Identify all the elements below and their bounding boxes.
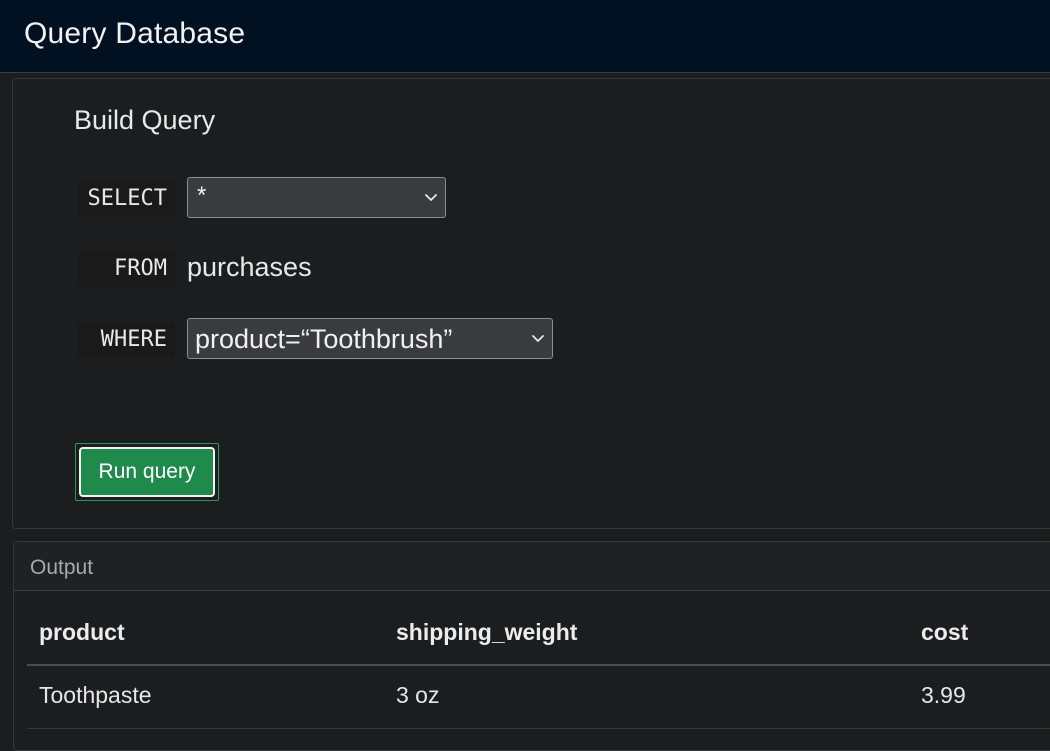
column-header-product: product xyxy=(39,619,125,645)
cell-shipping-weight: 3 oz xyxy=(396,682,440,708)
chevron-down-icon xyxy=(532,335,544,342)
builder-title: Build Query xyxy=(74,105,216,135)
where-condition-dropdown[interactable]: product=“Toothbrush” xyxy=(187,318,553,359)
chevron-down-icon xyxy=(425,194,437,201)
cell-product: Toothpaste xyxy=(39,682,152,708)
select-columns-dropdown[interactable]: * xyxy=(187,177,446,218)
output-title: Output xyxy=(30,556,94,579)
column-header-cost: cost xyxy=(921,619,969,645)
select-columns-value: * xyxy=(197,182,207,209)
output-header xyxy=(14,542,1050,591)
from-table-value: purchases xyxy=(187,252,312,282)
where-keyword: WHERE xyxy=(78,322,175,358)
column-header-shipping-weight: shipping_weight xyxy=(396,619,578,645)
table-row-divider xyxy=(27,728,1050,729)
where-condition-value: product=“Toothbrush” xyxy=(195,324,453,354)
cell-cost: 3.99 xyxy=(921,682,966,708)
top-bar: Query Database xyxy=(0,0,1050,73)
run-query-button[interactable]: Run query xyxy=(79,447,215,497)
page-title: Query Database xyxy=(24,17,246,50)
from-keyword: FROM xyxy=(78,251,175,287)
select-keyword: SELECT xyxy=(78,181,175,217)
table-header-divider xyxy=(27,664,1050,666)
run-query-focus-ring: Run query xyxy=(75,443,219,501)
